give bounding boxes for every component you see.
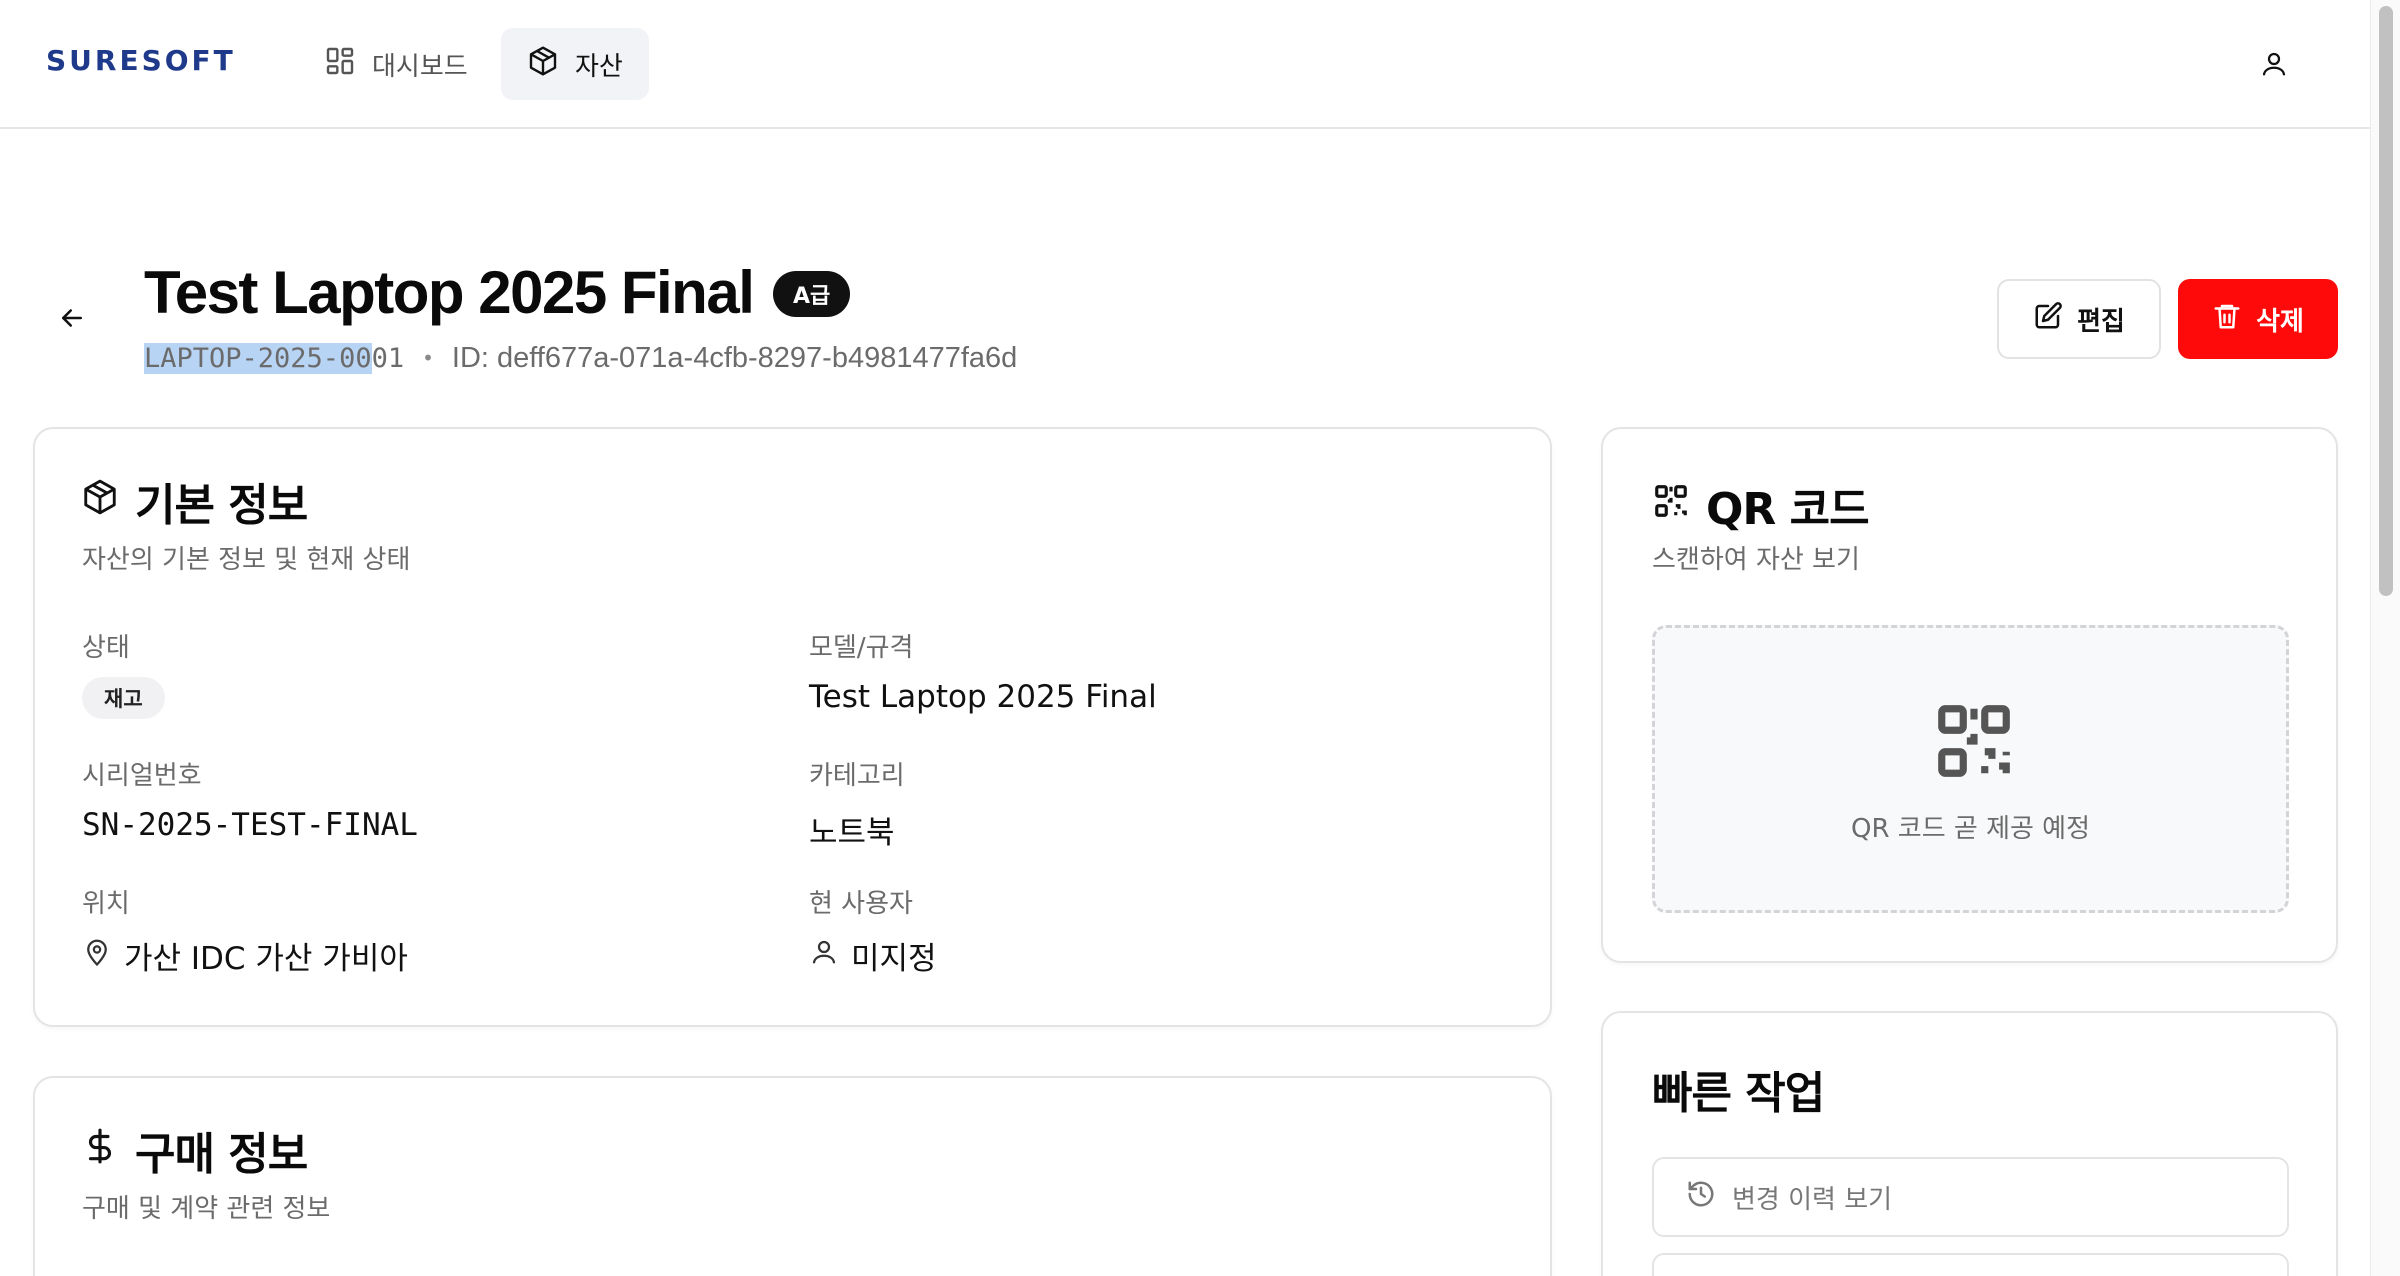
nav-dashboard-label: 대시보드 (372, 51, 468, 82)
status-badge: 재고 (82, 677, 165, 719)
quick-action-item[interactable] (1652, 1253, 2289, 1276)
quick-actions-card: 빠른 작업 변경 이력 보기 (1601, 1011, 2338, 1276)
qr-description: 스캔하여 자산 보기 (1652, 545, 1860, 575)
back-button[interactable] (52, 300, 92, 340)
edit-button[interactable]: 편집 (1997, 279, 2161, 359)
serial-label: 시리얼번호 (82, 761, 202, 791)
basic-info-title: 기본 정보 (81, 469, 308, 533)
asset-code-rest: 01 (371, 342, 405, 374)
nav-assets[interactable]: 자산 (501, 28, 649, 100)
purchase-info-title: 구매 정보 (81, 1118, 308, 1182)
purchase-info-card: 구매 정보 구매 및 계약 관련 정보 (33, 1076, 1552, 1276)
delete-button[interactable]: 삭제 (2178, 279, 2338, 359)
basic-info-title-text: 기본 정보 (135, 480, 308, 531)
qr-placeholder-text: QR 코드 곧 제공 예정 (1850, 814, 2091, 844)
qr-title: QR 코드 (1652, 473, 1870, 537)
svg-text:SURESOFT: SURESOFT (46, 44, 236, 77)
basic-info-card: 기본 정보 자산의 기본 정보 및 현재 상태 상태 재고 모델/규격 Test… (33, 427, 1552, 1027)
location-value: 가산 IDC 가산 가비아 (82, 933, 408, 978)
page-scrollbar[interactable] (2370, 0, 2400, 1276)
view-history-button[interactable]: 변경 이력 보기 (1652, 1157, 2289, 1237)
arrow-left-icon (57, 303, 87, 337)
qr-placeholder-box: QR 코드 곧 제공 예정 (1652, 625, 2289, 913)
model-value: Test Laptop 2025 Final (809, 679, 1157, 715)
page-title: Test Laptop 2025 Final (144, 259, 755, 326)
quick-actions-title: 빠른 작업 (1652, 1068, 1825, 1119)
view-history-label: 변경 이력 보기 (1732, 1184, 1893, 1215)
asset-code-selected: LAPTOP-2025-00 (144, 342, 372, 374)
package-icon (527, 45, 559, 84)
model-label: 모델/규격 (809, 633, 914, 663)
user-menu-button[interactable] (2252, 44, 2296, 88)
basic-info-description: 자산의 기본 정보 및 현재 상태 (82, 545, 411, 575)
user-icon (809, 937, 839, 975)
current-user-value: 미지정 (809, 933, 937, 978)
current-user-label: 현 사용자 (809, 889, 913, 919)
current-user-text: 미지정 (851, 941, 937, 977)
asset-id: ID: deff677a-071a-4cfb-8297-b4981477fa6d (451, 341, 1018, 374)
nav-dashboard[interactable]: 대시보드 (298, 28, 494, 100)
purchase-info-description: 구매 및 계약 관련 정보 (82, 1194, 331, 1224)
suresoft-logo[interactable]: SURESOFT (46, 44, 246, 78)
delete-button-label: 삭제 (2256, 306, 2304, 337)
category-label: 카테고리 (809, 761, 905, 791)
trash-icon (2212, 301, 2242, 338)
dollar-icon (81, 1125, 119, 1176)
qr-code-card: QR 코드 스캔하여 자산 보기 QR 코드 곧 제공 예정 (1601, 427, 2338, 963)
purchase-info-title-text: 구매 정보 (135, 1129, 308, 1180)
nav-assets-label: 자산 (575, 51, 623, 82)
package-icon (81, 476, 119, 527)
location-label: 위치 (82, 889, 130, 919)
qr-title-text: QR 코드 (1706, 484, 1870, 535)
edit-button-label: 편집 (2077, 306, 2125, 337)
status-label: 상태 (82, 633, 130, 663)
category-value: 노트북 (809, 815, 895, 851)
grade-badge: A급 (773, 271, 851, 317)
scrollbar-thumb[interactable] (2379, 6, 2393, 596)
history-icon (1686, 1179, 1716, 1216)
qr-code-icon (1652, 480, 1690, 531)
edit-icon (2033, 301, 2063, 338)
asset-subline: LAPTOP-2025-0001 • ID: deff677a-071a-4cf… (144, 338, 1017, 378)
user-icon (2259, 49, 2289, 83)
serial-value: SN-2025-TEST-FINAL (82, 807, 418, 843)
dashboard-icon (324, 45, 356, 84)
top-navigation-bar: SURESOFT 대시보드 자산 (0, 0, 2370, 129)
map-pin-icon (82, 937, 112, 975)
asset-code: LAPTOP-2025-0001 (144, 342, 405, 374)
separator-dot: • (422, 346, 434, 370)
location-value-text: 가산 IDC 가산 가비아 (124, 941, 408, 977)
